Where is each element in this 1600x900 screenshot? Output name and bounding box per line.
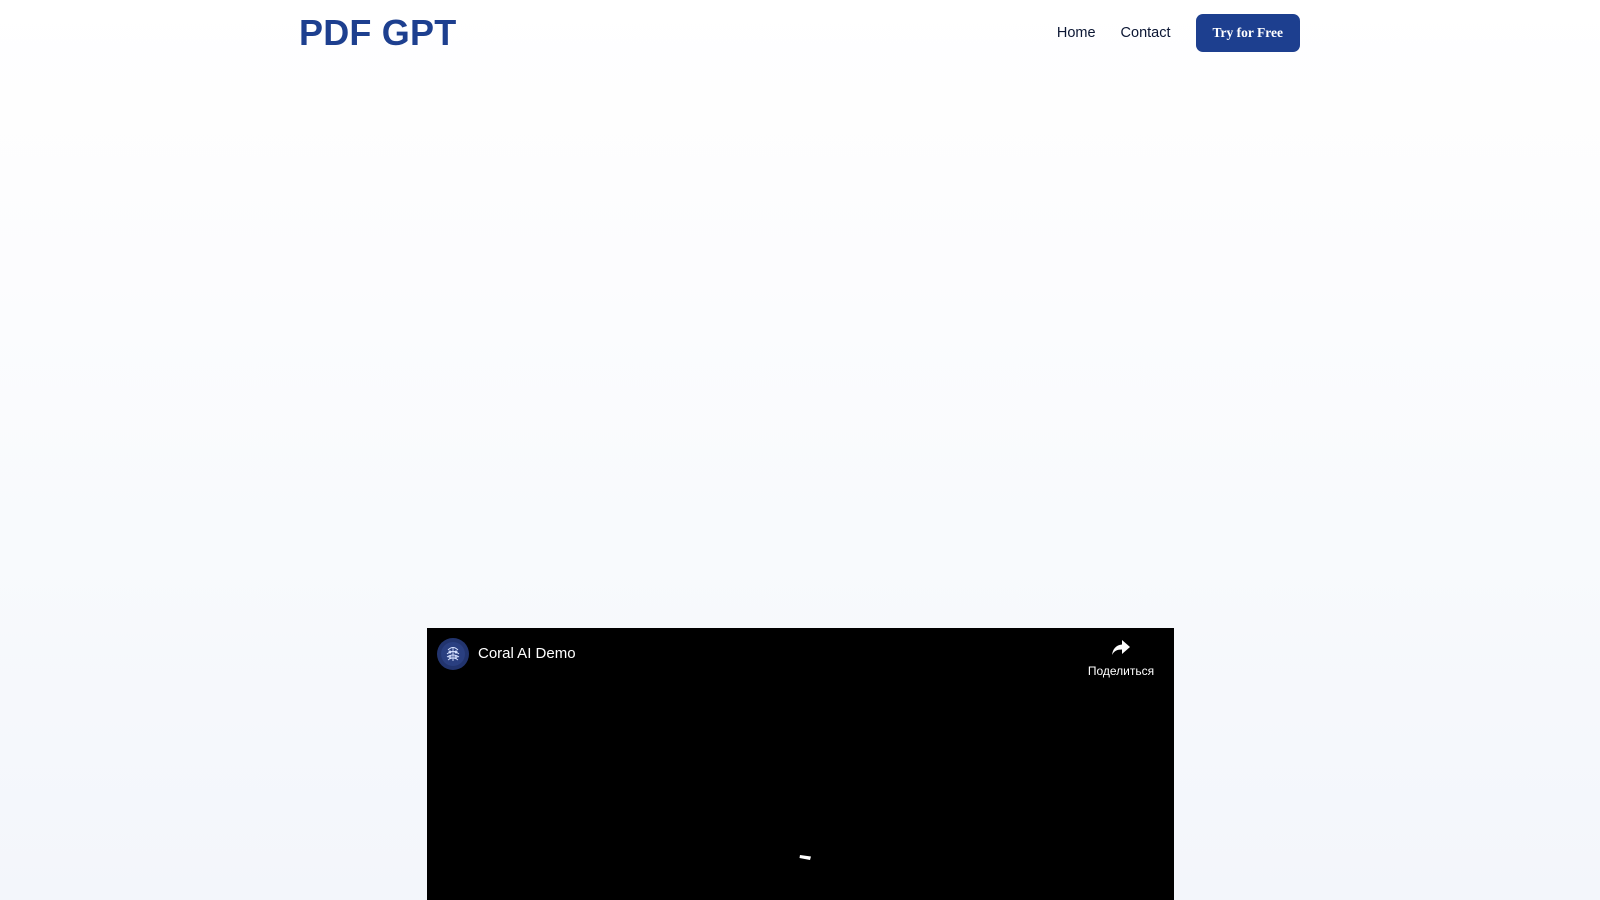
site-logo[interactable]: PDF GPT xyxy=(299,12,456,54)
nav-home-link[interactable]: Home xyxy=(1057,25,1096,41)
loading-spinner-icon xyxy=(799,848,813,866)
site-header: PDF GPT Home Contact Try for Free xyxy=(0,0,1600,70)
share-button[interactable]: Поделиться xyxy=(1086,638,1156,678)
share-arrow-icon xyxy=(1111,638,1131,661)
video-title[interactable]: Coral AI Demo xyxy=(478,645,576,663)
main-nav: Home Contact Try for Free xyxy=(1057,14,1300,52)
video-player[interactable]: Coral AI Demo Поделиться xyxy=(427,628,1174,900)
try-for-free-button[interactable]: Try for Free xyxy=(1195,14,1300,52)
share-label: Поделиться xyxy=(1087,664,1155,678)
brain-icon[interactable] xyxy=(437,638,469,670)
nav-contact-link[interactable]: Contact xyxy=(1121,25,1171,41)
